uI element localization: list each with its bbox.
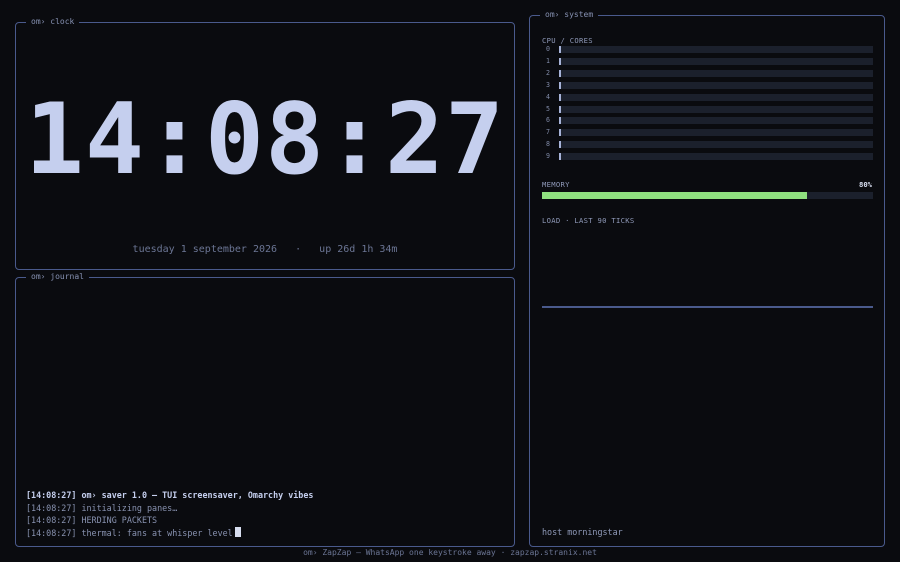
cpu-core-row: 7	[542, 128, 873, 137]
text-cursor	[234, 526, 241, 537]
memory-label: MEMORY	[542, 180, 570, 189]
cpu-core-row: 5	[542, 104, 873, 114]
journal-line: [14:08:27] om› saver 1.0 — TUI screensav…	[26, 490, 314, 500]
cpu-core-bar-fill	[559, 141, 561, 149]
cpu-core-label: 9	[546, 152, 550, 161]
cpu-core-label: 2	[546, 68, 550, 77]
cpu-core-bar-fill	[559, 69, 561, 77]
cpu-core-label: 5	[546, 104, 550, 113]
cpu-core-row: 2	[542, 68, 873, 78]
cpu-core-bar-fill	[559, 57, 561, 65]
cpu-core-row: 8	[542, 140, 873, 149]
cpu-core-label: 0	[546, 45, 550, 53]
system-pane-title: om› system	[540, 9, 599, 21]
cpu-core-bar	[559, 46, 873, 53]
cpu-core-bar-fill	[559, 153, 561, 161]
journal-line-last: [14:08:27] thermal: fans at whisper leve…	[26, 526, 313, 540]
cpu-core-label: 3	[546, 80, 550, 89]
clock-pane: om› clock 14:08:27 tuesday 1 september 2…	[15, 16, 515, 270]
cpu-core-label: 1	[546, 56, 550, 65]
cpu-core-label: 8	[546, 140, 550, 149]
cpu-core-bar-fill	[559, 46, 561, 53]
cpu-core-bar	[559, 105, 873, 113]
cpu-core-row: 4	[542, 92, 873, 102]
cpu-core-row: 3	[542, 80, 873, 90]
cpu-core-row: 9	[542, 152, 873, 161]
cpu-core-bar-fill	[559, 81, 561, 89]
system-pane: om› system CPU / CORES 0 1 2 3 4 5 6 7 8 9 MEMORY…	[529, 9, 885, 547]
cpu-core-label: 4	[546, 92, 550, 101]
cpu-core-bar-fill	[559, 117, 561, 125]
clock-pane-title: om› clock	[26, 16, 80, 28]
journal-pane: om› journal [14:08:27] om› saver 1.0 — T…	[15, 271, 515, 547]
cpu-core-row: 1	[542, 56, 873, 66]
cpu-core-label: 6	[546, 116, 550, 125]
journal-line: [14:08:27] thermal: fans at whisper leve…	[26, 527, 233, 538]
cpu-core-bar	[559, 141, 873, 149]
cpu-cores-label: CPU / CORES	[542, 36, 593, 45]
journal-line: [14:08:27] HERDING PACKETS	[26, 515, 158, 526]
cpu-core-bar-fill	[559, 93, 561, 101]
cpu-core-bar	[559, 57, 873, 65]
clock-date-uptime: tuesday 1 september 2026 · up 26d 1h 34m	[132, 244, 398, 255]
memory-bar-fill	[542, 192, 807, 199]
memory-bar	[542, 192, 873, 199]
cpu-core-row: 0	[542, 45, 873, 54]
cpu-core-bar	[559, 129, 873, 137]
footer-status: om› ZapZap — WhatsApp one keystroke away…	[303, 548, 597, 557]
cpu-core-row: 6	[542, 116, 873, 125]
cpu-core-label: 7	[546, 128, 550, 137]
cpu-core-bar-fill	[559, 105, 561, 113]
journal-line: [14:08:27] initializing panes…	[26, 502, 178, 513]
memory-percent: 80%	[859, 180, 872, 189]
cpu-core-bar	[559, 69, 873, 77]
cpu-core-bar	[559, 153, 873, 161]
cpu-core-bar-fill	[559, 129, 561, 137]
clock-time: 14:08:27	[24, 83, 505, 197]
load-graph-baseline	[542, 306, 873, 308]
cpu-core-bar	[559, 93, 873, 101]
cpu-core-bar	[559, 81, 873, 89]
host-name: host morningstar	[542, 527, 623, 537]
journal-pane-title: om› journal	[26, 271, 89, 283]
load-label: LOAD · LAST 90 TICKS	[542, 216, 635, 225]
cpu-core-bar	[559, 117, 873, 125]
journal-log: [14:08:27] om› saver 1.0 — TUI screensav…	[26, 489, 313, 539]
